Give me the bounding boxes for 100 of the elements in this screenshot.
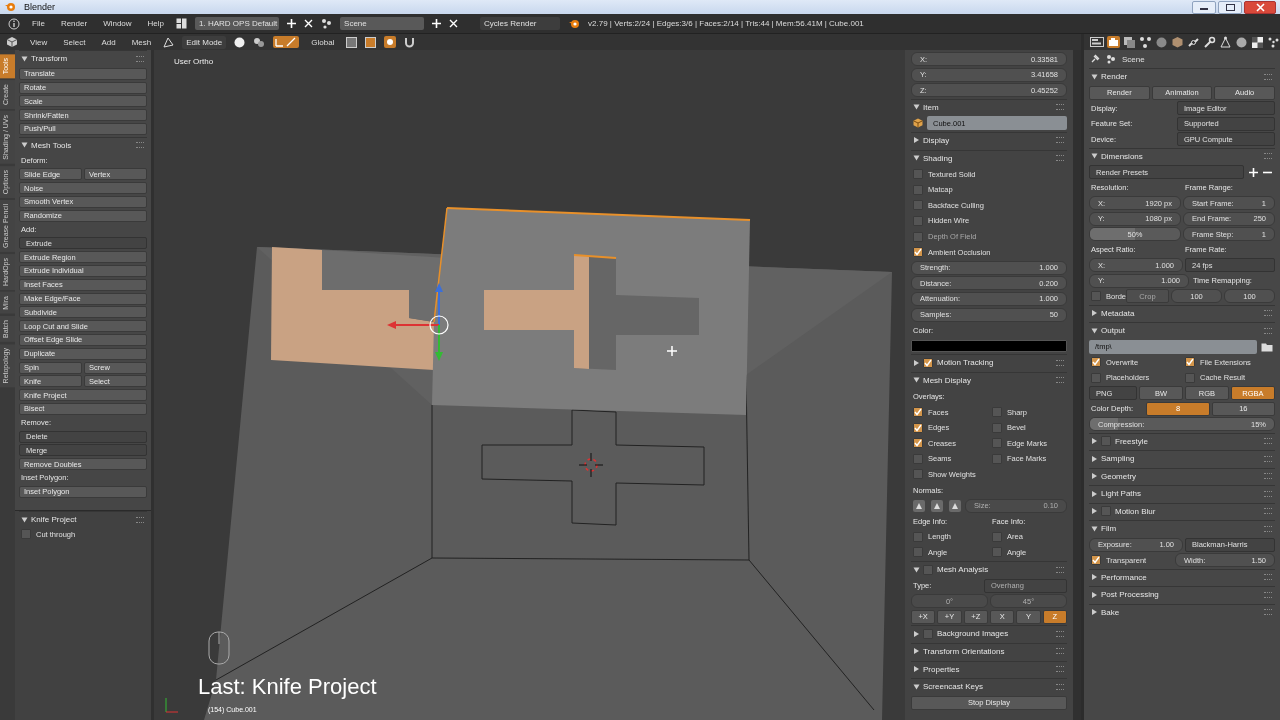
checkbox[interactable] (992, 453, 1002, 464)
folder-icon[interactable] (1261, 341, 1273, 352)
panel-header[interactable]: Film (1089, 520, 1275, 536)
minimize-button[interactable] (1192, 0, 1216, 14)
checkbox[interactable] (923, 357, 933, 368)
particles-icon[interactable] (1267, 36, 1280, 48)
close-button[interactable] (1244, 0, 1276, 14)
drag-grip-icon[interactable] (1264, 508, 1272, 514)
checkbox[interactable] (913, 169, 923, 180)
panel-header[interactable]: Freestyle (1089, 432, 1275, 449)
panel-header[interactable]: Sampling (1089, 450, 1275, 466)
checkbox[interactable] (992, 422, 1002, 433)
menu-item[interactable]: Window (99, 19, 136, 28)
disclosure-triangle-icon[interactable] (1092, 490, 1097, 497)
drag-grip-icon[interactable] (1264, 574, 1272, 580)
disclosure-triangle-icon[interactable] (1092, 310, 1097, 316)
panel-header[interactable]: Bake (1089, 603, 1275, 620)
scene-field[interactable]: Scene (340, 17, 425, 30)
plus-icon[interactable] (1249, 167, 1258, 177)
disclosure-triangle-icon[interactable] (913, 155, 920, 161)
normals-toggle-icon[interactable] (949, 499, 961, 512)
drag-grip-icon[interactable] (1056, 566, 1064, 573)
menu-item[interactable]: Help (143, 19, 169, 28)
checkbox[interactable] (992, 407, 1002, 418)
menu-item[interactable]: Mesh (127, 37, 156, 47)
drag-grip-icon[interactable] (1264, 153, 1272, 159)
drag-grip-icon[interactable] (1056, 683, 1064, 690)
screen-layout-field[interactable]: 1. HARD OPS Default (195, 17, 280, 30)
disclosure-triangle-icon[interactable] (1091, 153, 1098, 159)
panel-header[interactable]: Mesh Tools (19, 136, 147, 153)
panel-header[interactable]: Output (1089, 322, 1275, 338)
checkbox[interactable] (1101, 436, 1111, 446)
panel-header[interactable]: Geometry (1089, 467, 1275, 484)
drag-grip-icon[interactable] (1056, 648, 1064, 655)
checker-icon[interactable] (1251, 36, 1264, 48)
checkbox[interactable] (1101, 506, 1111, 516)
magnet-icon[interactable] (404, 36, 416, 48)
camera-icon[interactable] (1107, 36, 1120, 48)
maximize-button[interactable] (1218, 0, 1242, 14)
disclosure-triangle-icon[interactable] (913, 684, 920, 690)
disclosure-triangle-icon[interactable] (914, 137, 919, 144)
checkbox[interactable] (913, 469, 923, 480)
normals-toggle-icon[interactable] (931, 499, 943, 512)
checkbox[interactable] (913, 215, 923, 226)
disclosure-triangle-icon[interactable] (21, 142, 28, 148)
panel-header[interactable]: Metadata (1089, 304, 1275, 321)
panel-header[interactable]: Display (911, 131, 1067, 148)
checkbox[interactable] (913, 453, 923, 464)
panel-header[interactable]: Item (911, 98, 1067, 115)
drag-grip-icon[interactable] (1056, 155, 1064, 162)
drag-grip-icon[interactable] (1264, 525, 1272, 532)
cube-icon[interactable] (6, 36, 18, 48)
disclosure-triangle-icon[interactable] (914, 666, 919, 673)
disclosure-triangle-icon[interactable] (914, 648, 919, 655)
drag-grip-icon[interactable] (1264, 591, 1272, 598)
checkbox[interactable] (1091, 555, 1101, 565)
checkbox[interactable] (913, 200, 923, 211)
wrench-icon[interactable] (1203, 36, 1216, 48)
drag-grip-icon[interactable] (1264, 490, 1272, 497)
checkbox[interactable] (992, 531, 1002, 542)
drag-grip-icon[interactable] (1264, 327, 1272, 334)
disclosure-triangle-icon[interactable] (1092, 473, 1097, 479)
checkbox[interactable] (1091, 372, 1101, 383)
menu-item[interactable]: Add (97, 37, 120, 47)
drag-grip-icon[interactable] (1056, 137, 1064, 144)
orientation-dropdown[interactable]: Global (307, 37, 339, 47)
panel-header[interactable]: Knife Project (19, 511, 147, 527)
panel-header[interactable]: Mesh Analysis (911, 561, 1067, 577)
menu-item[interactable]: File (28, 19, 49, 28)
panel-header[interactable]: Dimensions (1089, 147, 1275, 164)
menu-item[interactable]: Select (59, 37, 90, 47)
plus-icon[interactable] (287, 19, 297, 28)
checkbox[interactable] (923, 564, 933, 575)
drag-grip-icon[interactable] (1264, 609, 1272, 615)
checkbox[interactable] (913, 547, 923, 558)
cube-icon[interactable] (1171, 36, 1184, 48)
disclosure-triangle-icon[interactable] (1091, 526, 1098, 531)
checkbox[interactable] (21, 529, 31, 539)
drag-grip-icon[interactable] (1264, 438, 1272, 444)
panel-header[interactable]: Performance (1089, 568, 1275, 585)
panel-header[interactable]: Light Paths (1089, 485, 1275, 501)
menu-item[interactable]: View (26, 37, 52, 47)
render-engine-dropdown[interactable]: Cycles Render (480, 17, 561, 30)
face-select-icon[interactable] (365, 36, 377, 48)
drag-grip-icon[interactable] (1264, 73, 1272, 80)
drag-grip-icon[interactable] (1056, 104, 1064, 111)
layout-icon[interactable] (176, 18, 188, 29)
panel-header[interactable]: Post Processing (1089, 586, 1275, 602)
drag-grip-icon[interactable] (136, 516, 144, 523)
panel-header[interactable]: Background Images (911, 625, 1067, 642)
drag-grip-icon[interactable] (1056, 377, 1064, 384)
disclosure-triangle-icon[interactable] (1092, 455, 1097, 462)
disclosure-triangle-icon[interactable] (1092, 591, 1097, 598)
drag-grip-icon[interactable] (1056, 666, 1064, 673)
checkbox[interactable] (923, 628, 933, 639)
checkbox[interactable] (1185, 372, 1195, 383)
checkbox[interactable] (913, 438, 923, 449)
disclosure-triangle-icon[interactable] (1092, 609, 1097, 615)
drag-grip-icon[interactable] (1056, 359, 1064, 366)
close-icon[interactable] (304, 19, 314, 28)
